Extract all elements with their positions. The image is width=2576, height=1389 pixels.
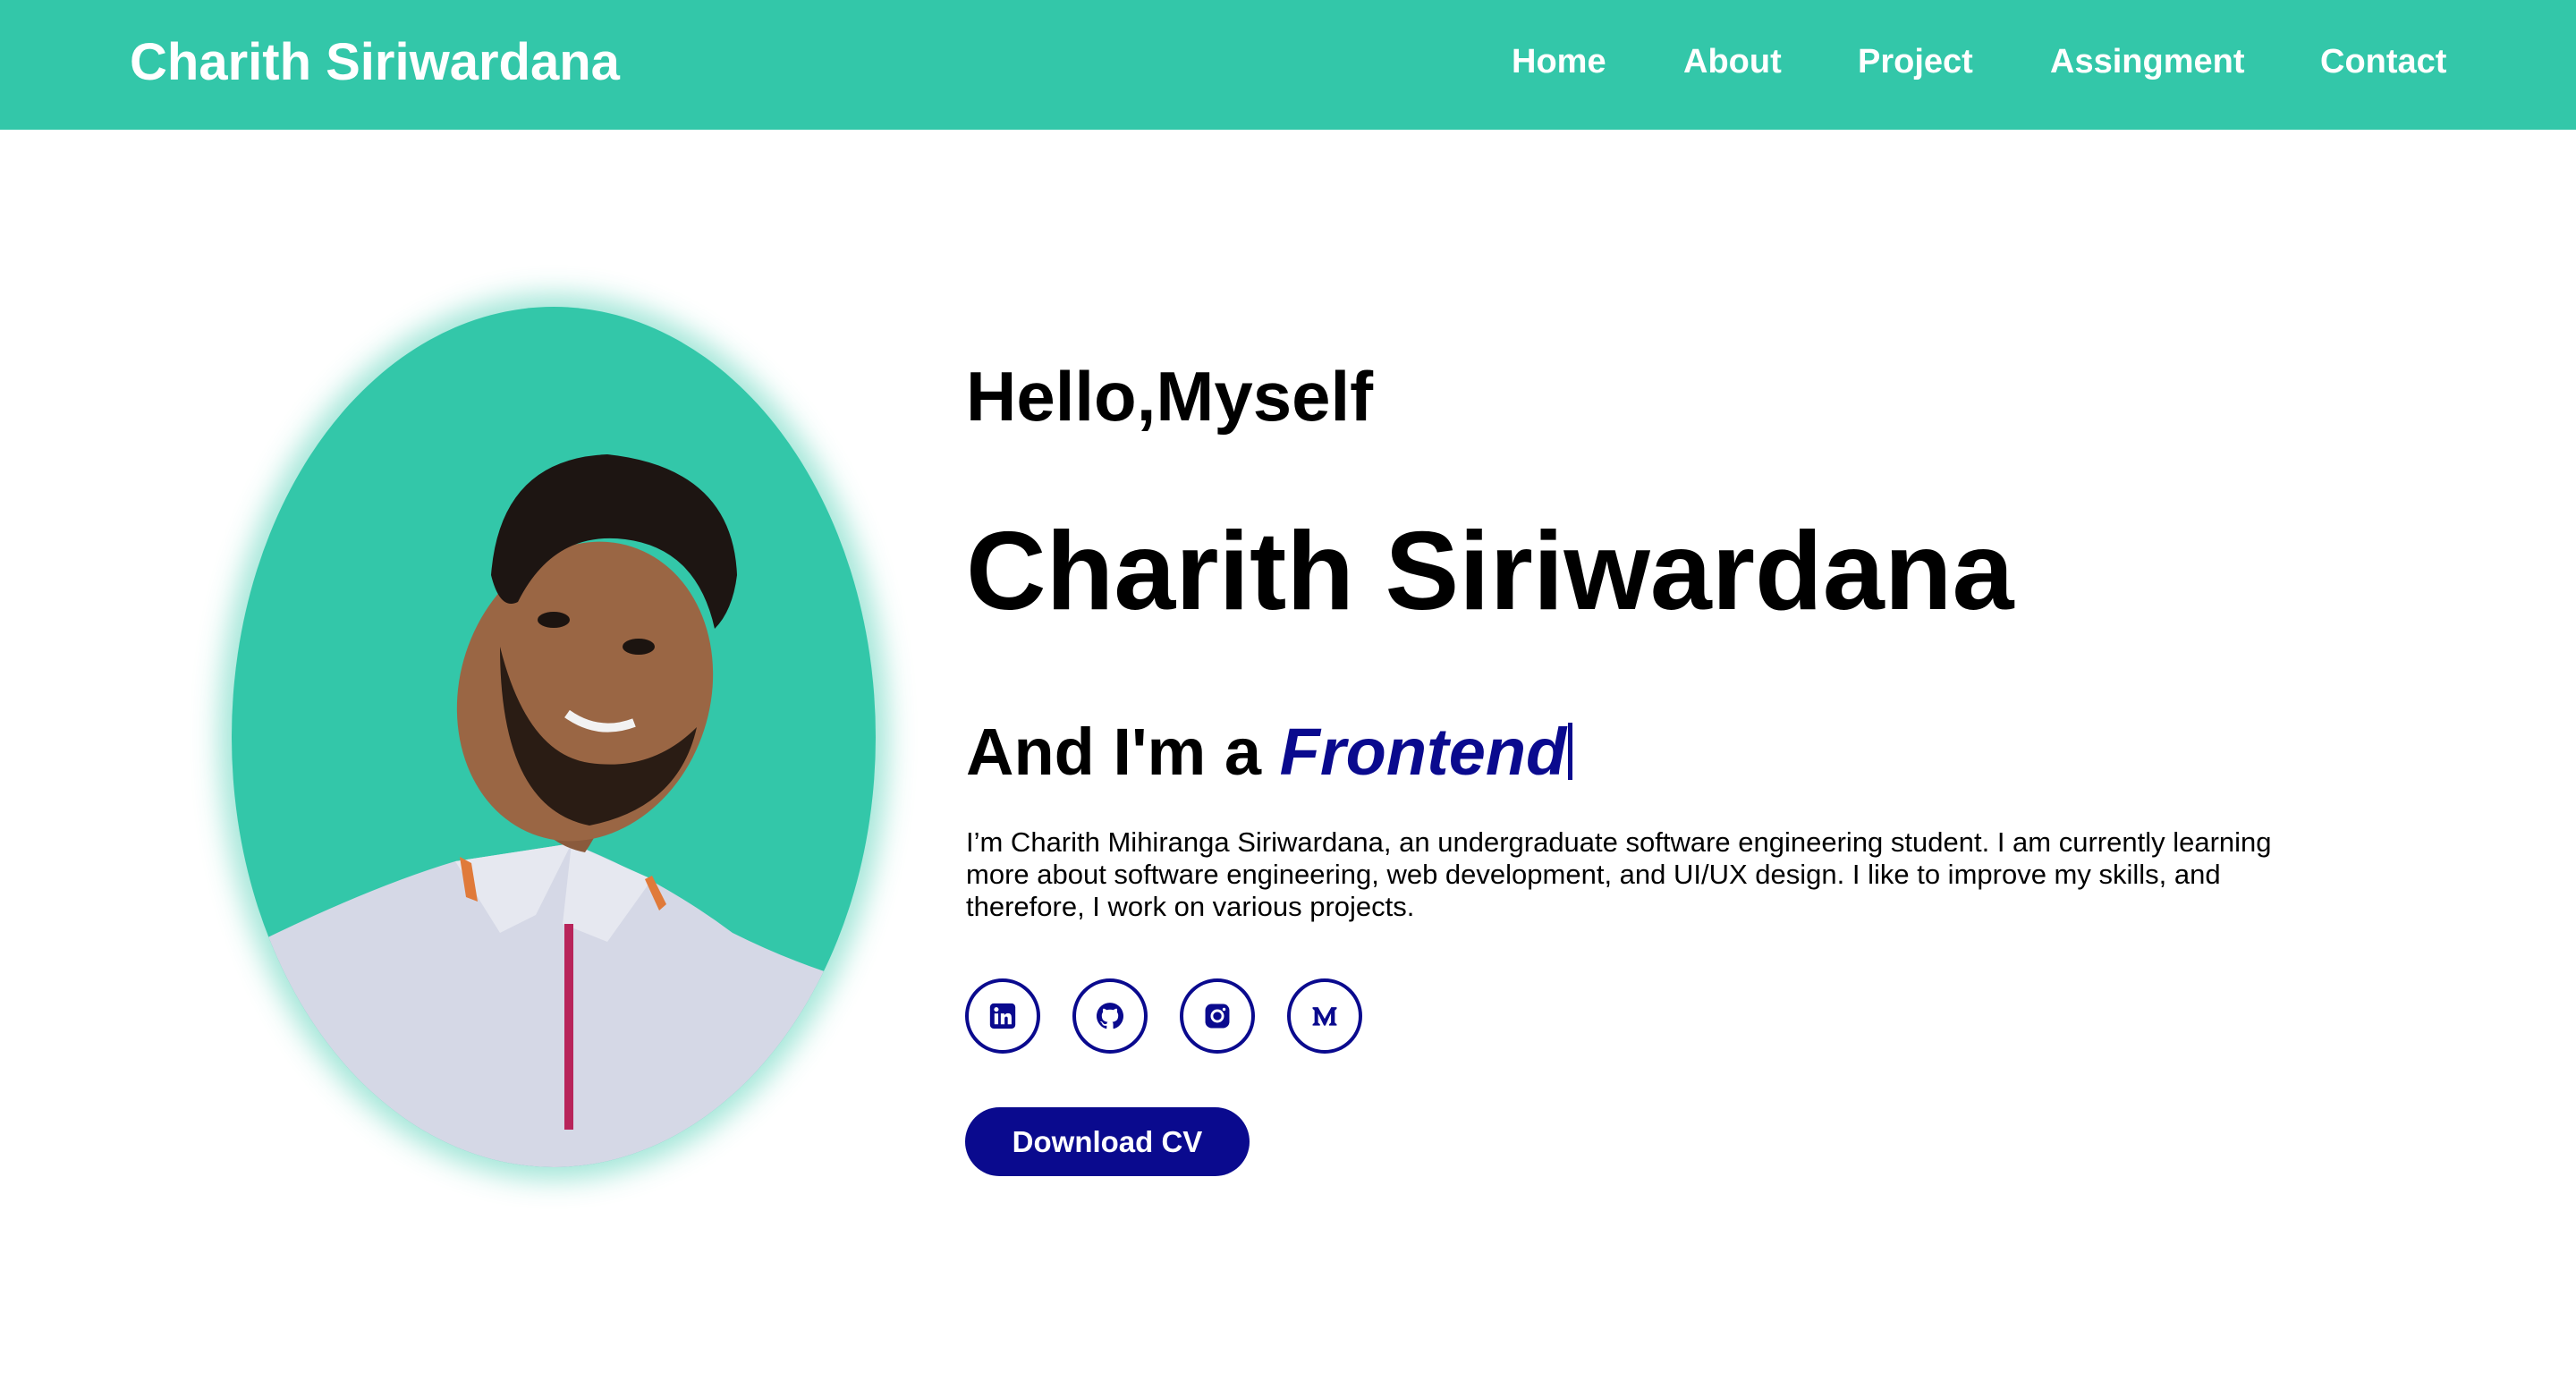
nav-link-about[interactable]: About (1683, 43, 1782, 81)
greeting-heading: Hello,Myself (966, 357, 1374, 436)
navbar: Charith Siriwardana Home About Project A… (0, 0, 2576, 130)
typing-cursor (1568, 723, 1573, 780)
role-heading: And I'm a Frontend (966, 714, 1573, 790)
role-typed-text: Frontend (1279, 715, 1567, 789)
nav-link-contact[interactable]: Contact (2320, 43, 2446, 81)
nav-link-project[interactable]: Project (1858, 43, 1973, 81)
linkedin-icon (989, 1003, 1016, 1029)
github-link[interactable] (1072, 978, 1148, 1054)
role-prefix: And I'm a (966, 715, 1262, 789)
nav-link-home[interactable]: Home (1512, 43, 1606, 81)
instagram-icon (1205, 1004, 1230, 1029)
instagram-link[interactable] (1180, 978, 1255, 1054)
profile-photo (232, 307, 876, 1167)
download-cv-button[interactable]: Download CV (965, 1107, 1250, 1176)
bio-paragraph: I’m Charith Mihiranga Siriwardana, an un… (966, 826, 2272, 922)
medium-link[interactable] (1287, 978, 1362, 1054)
hero-name: Charith Siriwardana (966, 510, 2014, 633)
profile-portrait-illustration (232, 454, 876, 1167)
social-links (965, 978, 1412, 1054)
nav-link-assingment[interactable]: Assingment (2050, 43, 2244, 81)
medium-icon (1312, 1007, 1337, 1026)
nav-menu: Home About Project Assingment Contact (0, 43, 2576, 88)
github-icon (1096, 1003, 1124, 1029)
linkedin-link[interactable] (965, 978, 1040, 1054)
